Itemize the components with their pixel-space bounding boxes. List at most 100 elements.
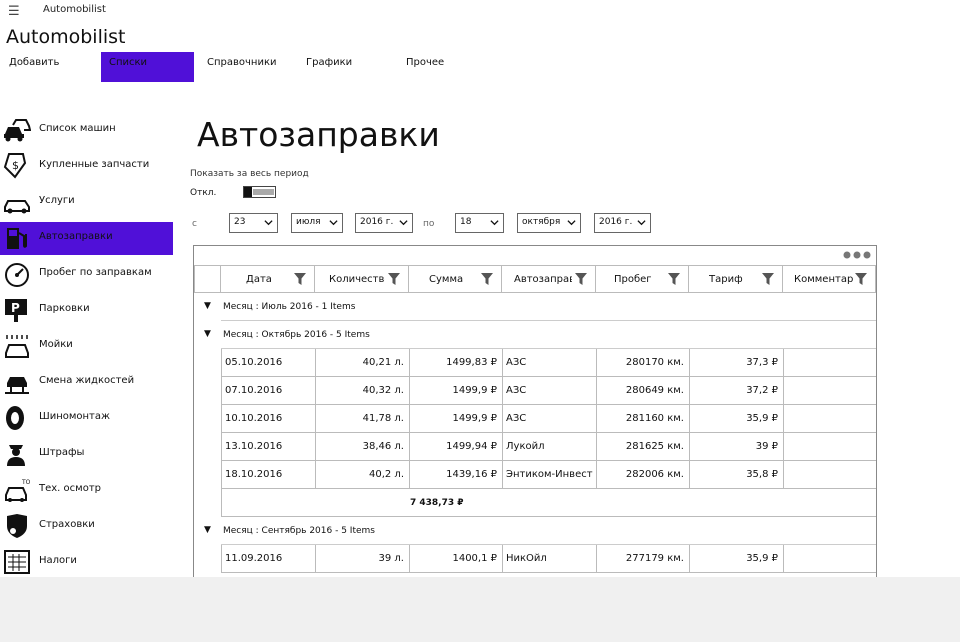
police-officer-icon <box>7 445 25 466</box>
group-header[interactable]: ▼ Месяц : Июль 2016 - 1 Items <box>194 293 876 321</box>
from-month-value: июля <box>296 217 321 227</box>
filter-icon[interactable] <box>855 273 867 285</box>
sidebar-item-cars[interactable]: Список машин <box>0 114 173 146</box>
sidebar-item-parts[interactable]: $ Купленные запчасти <box>0 150 173 182</box>
column-header[interactable]: Комментарий <box>782 265 876 293</box>
table-cell <box>783 433 876 461</box>
table-row[interactable]: 10.10.2016 41,78 л. 1499,9 ₽ АЗС 281160 км. 3… <box>221 405 876 433</box>
more-options-icon[interactable] <box>842 250 872 260</box>
chevron-down-icon <box>637 220 646 226</box>
menu-directories[interactable]: Справочники <box>207 52 297 82</box>
column-header[interactable]: Пробег <box>595 265 688 293</box>
fuel-pump-icon <box>7 228 27 249</box>
collapse-arrow-icon[interactable]: ▼ <box>204 329 211 339</box>
column-header[interactable]: Автозаправка <box>501 265 595 293</box>
table-cell: 18.10.2016 <box>221 461 315 489</box>
to-label: по <box>423 219 435 229</box>
column-header[interactable]: Дата <box>220 265 314 293</box>
table-cell: 1499,9 ₽ <box>409 405 502 433</box>
sidebar-item-mileage[interactable]: Пробег по заправкам <box>0 258 173 290</box>
table-cell: 35,9 ₽ <box>689 405 783 433</box>
sidebar-item-label: Штрафы <box>39 447 85 458</box>
sidebar-item-taxes[interactable]: Налоги <box>0 546 173 578</box>
table-row[interactable]: 13.10.2016 38,46 л. 1499,94 ₽ Лукойл 281625 … <box>221 433 876 461</box>
table-cell: Лукойл <box>502 433 596 461</box>
column-header-label: Автозаправка <box>514 274 572 285</box>
filter-icon[interactable] <box>668 273 680 285</box>
inspection-icon: TO <box>5 479 31 502</box>
to-month-select[interactable]: октября <box>517 213 581 233</box>
filter-icon[interactable] <box>388 273 400 285</box>
speedometer-icon <box>5 263 29 287</box>
sidebar-item-label: Мойки <box>39 339 73 350</box>
table-row[interactable]: 07.10.2016 40,32 л. 1499,9 ₽ АЗС 280649 км. 3… <box>221 377 876 405</box>
menu-other[interactable]: Прочее <box>406 52 486 82</box>
sidebar-item-fluids[interactable]: Смена жидкостей <box>0 366 173 398</box>
table-cell <box>783 545 876 573</box>
filter-icon[interactable] <box>294 273 306 285</box>
menu-add[interactable]: Добавить <box>9 52 89 82</box>
group-header[interactable]: ▼ Месяц : Октябрь 2016 - 5 Items <box>194 321 876 349</box>
to-day-select[interactable]: 18 <box>455 213 504 233</box>
to-day-value: 18 <box>460 217 472 227</box>
collapse-arrow-icon[interactable]: ▼ <box>204 301 211 311</box>
from-year-select[interactable]: 2016 г. <box>355 213 413 233</box>
sidebar-item-label: Пробег по заправкам <box>39 267 152 278</box>
from-day-select[interactable]: 23 <box>229 213 278 233</box>
table-cell: 41,78 л. <box>315 405 409 433</box>
table-cell: 13.10.2016 <box>221 433 315 461</box>
from-month-select[interactable]: июля <box>291 213 343 233</box>
table-cell: 281625 км. <box>596 433 689 461</box>
period-toggle[interactable] <box>243 186 276 198</box>
sidebar-item-label: Тех. осмотр <box>39 483 101 494</box>
sidebar-item-services[interactable]: Услуги <box>0 186 173 218</box>
parts-tag-icon: $ <box>3 153 27 179</box>
menu-charts[interactable]: Графики <box>306 52 386 82</box>
hamburger-icon[interactable]: ☰ <box>8 4 20 19</box>
chevron-down-icon <box>490 220 499 226</box>
sidebar-item-car-wash[interactable]: Мойки <box>0 330 173 362</box>
parking-icon: P <box>5 299 27 322</box>
table-cell <box>783 349 876 377</box>
chevron-down-icon <box>399 220 408 226</box>
table-row[interactable]: 05.10.2016 40,21 л. 1499,83 ₽ АЗС 280170 км.… <box>221 349 876 377</box>
expand-column-header <box>194 265 221 293</box>
sidebar-item-inspection[interactable]: TO Тех. осмотр <box>0 474 173 506</box>
table-row[interactable]: 11.09.2016 39 л. 1400,1 ₽ НикОйл 277179 км. 3… <box>221 545 876 573</box>
table-cell: Энтиком-Инвест <box>502 461 596 489</box>
column-header-label: Дата <box>246 274 272 285</box>
collapse-arrow-icon[interactable]: ▼ <box>204 525 211 535</box>
sidebar-item-label: Налоги <box>39 555 77 566</box>
table-cell: 37,3 ₽ <box>689 349 783 377</box>
table-cell: 07.10.2016 <box>221 377 315 405</box>
car-lift-icon <box>5 377 29 394</box>
sidebar-item-insurance[interactable]: Страховки <box>0 510 173 542</box>
menu-lists[interactable]: Списки <box>101 52 194 82</box>
table-cell <box>783 461 876 489</box>
column-header[interactable]: Сумма <box>408 265 501 293</box>
table-cell: 1499,9 ₽ <box>409 377 502 405</box>
column-header[interactable]: Количество <box>314 265 408 293</box>
filter-icon[interactable] <box>481 273 493 285</box>
to-year-select[interactable]: 2016 г. <box>594 213 651 233</box>
sidebar-item-parking[interactable]: P Парковки <box>0 294 173 326</box>
sidebar-item-label: Список машин <box>39 123 116 134</box>
filter-icon[interactable] <box>762 273 774 285</box>
group-title: Месяц : Июль 2016 - 1 Items <box>223 302 356 312</box>
column-header[interactable]: Тариф <box>688 265 782 293</box>
app-title: Automobilist <box>6 26 126 48</box>
table-cell: 1499,94 ₽ <box>409 433 502 461</box>
page-title: Автозаправки <box>197 115 440 154</box>
sidebar-item-fines[interactable]: Штрафы <box>0 438 173 470</box>
svg-text:$: $ <box>12 159 19 172</box>
sidebar-item-tires[interactable]: Шиномонтаж <box>0 402 173 434</box>
group-header[interactable]: ▼ Месяц : Сентябрь 2016 - 5 Items <box>194 517 876 545</box>
chevron-down-icon <box>329 220 338 226</box>
filter-icon[interactable] <box>575 273 587 285</box>
table-cell: 281160 км. <box>596 405 689 433</box>
sidebar-item-fuel[interactable]: Автозаправки <box>0 222 173 255</box>
column-header-label: Сумма <box>429 274 464 285</box>
table-cell: 35,8 ₽ <box>689 461 783 489</box>
table-cell: 40,32 л. <box>315 377 409 405</box>
table-row[interactable]: 18.10.2016 40,2 л. 1439,16 ₽ Энтиком-Инвест… <box>221 461 876 489</box>
